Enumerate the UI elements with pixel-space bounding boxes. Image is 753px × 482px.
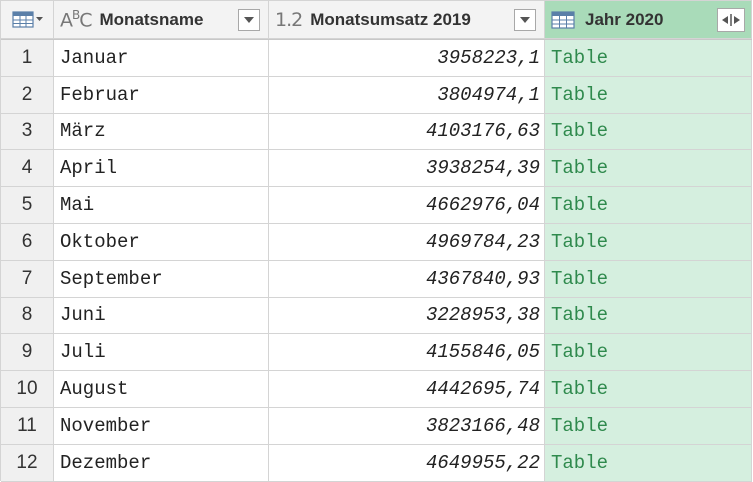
cell-table-link[interactable]: Table xyxy=(545,444,752,482)
cell-table-link[interactable]: Table xyxy=(545,223,752,261)
cell-monatsumsatz[interactable]: 3938254,39 xyxy=(269,150,545,188)
cell-table-link[interactable]: Table xyxy=(545,371,752,408)
column-title: Jahr 2020 xyxy=(585,9,664,29)
filter-dropdown-button[interactable] xyxy=(514,8,536,31)
cell-monatsumsatz[interactable]: 3228953,38 xyxy=(269,297,545,335)
cell-monatsumsatz[interactable]: 4442695,74 xyxy=(269,371,545,408)
cell-monatsumsatz[interactable]: 3804974,1 xyxy=(269,76,545,114)
cell-monatsumsatz[interactable]: 4649955,22 xyxy=(269,444,545,482)
expand-arrows-icon xyxy=(722,13,740,26)
column-header-row: ABC Monatsname 1.2 Monatsumsatz 2019 Jah… xyxy=(1,1,752,40)
cell-monatsname[interactable]: September xyxy=(54,260,269,298)
cell-monatsumsatz[interactable]: 3958223,1 xyxy=(269,40,545,77)
chevron-down-icon xyxy=(35,17,43,21)
table-row[interactable]: 7 September 4367840,93 Table xyxy=(1,260,752,298)
table-row[interactable]: 8 Juni 3228953,38 Table xyxy=(1,297,752,335)
column-header-monatsumsatz[interactable]: 1.2 Monatsumsatz 2019 xyxy=(269,1,545,39)
cell-monatsname[interactable]: Januar xyxy=(54,40,269,77)
column-title: Monatsname xyxy=(99,9,204,29)
row-number[interactable]: 10 xyxy=(1,371,54,408)
data-grid: ABC Monatsname 1.2 Monatsumsatz 2019 Jah… xyxy=(0,0,752,482)
row-number[interactable]: 9 xyxy=(1,334,54,372)
cell-table-link[interactable]: Table xyxy=(545,297,752,335)
cell-monatsname[interactable]: August xyxy=(54,371,269,408)
column-title: Monatsumsatz 2019 xyxy=(310,9,471,29)
row-number[interactable]: 5 xyxy=(1,187,54,224)
table-menu-button[interactable] xyxy=(1,1,54,39)
row-number[interactable]: 7 xyxy=(1,260,54,298)
column-header-monatsname[interactable]: ABC Monatsname xyxy=(54,1,269,39)
table-row[interactable]: 11 November 3823166,48 Table xyxy=(1,407,752,445)
cell-table-link[interactable]: Table xyxy=(545,187,752,224)
cell-table-link[interactable]: Table xyxy=(545,76,752,114)
table-row[interactable]: 10 August 4442695,74 Table xyxy=(1,371,752,408)
table-type-icon xyxy=(551,10,575,29)
cell-table-link[interactable]: Table xyxy=(545,334,752,372)
expand-column-button[interactable] xyxy=(717,7,745,32)
cell-monatsname[interactable]: November xyxy=(54,407,269,445)
table-row[interactable]: 4 April 3938254,39 Table xyxy=(1,150,752,188)
row-number[interactable]: 4 xyxy=(1,150,54,188)
table-grid-icon xyxy=(11,11,34,28)
chevron-down-icon xyxy=(520,16,530,23)
filter-dropdown-button[interactable] xyxy=(238,8,260,31)
column-header-jahr-2020[interactable]: Jahr 2020 xyxy=(545,1,752,39)
cell-monatsumsatz[interactable]: 4103176,63 xyxy=(269,113,545,151)
data-rows: 1 Januar 3958223,1 Table 2 Februar 3804974,1 Ta… xyxy=(1,40,752,482)
cell-monatsname[interactable]: Oktober xyxy=(54,223,269,261)
row-number[interactable]: 1 xyxy=(1,40,54,77)
cell-monatsname[interactable]: April xyxy=(54,150,269,188)
row-number[interactable]: 3 xyxy=(1,113,54,151)
cell-table-link[interactable]: Table xyxy=(545,113,752,151)
cell-monatsumsatz[interactable]: 4155846,05 xyxy=(269,334,545,372)
chevron-down-icon xyxy=(244,16,254,23)
cell-monatsname[interactable]: März xyxy=(54,113,269,151)
row-number[interactable]: 6 xyxy=(1,223,54,261)
row-number[interactable]: 11 xyxy=(1,407,54,445)
row-number[interactable]: 12 xyxy=(1,444,54,482)
table-row[interactable]: 2 Februar 3804974,1 Table xyxy=(1,76,752,114)
cell-monatsumsatz[interactable]: 4969784,23 xyxy=(269,223,545,261)
cell-monatsname[interactable]: Juni xyxy=(54,297,269,335)
cell-monatsname[interactable]: Mai xyxy=(54,187,269,224)
cell-monatsumsatz[interactable]: 4662976,04 xyxy=(269,187,545,224)
cell-monatsname[interactable]: Juli xyxy=(54,334,269,372)
cell-monatsumsatz[interactable]: 4367840,93 xyxy=(269,260,545,298)
cell-table-link[interactable]: Table xyxy=(545,40,752,77)
cell-monatsumsatz[interactable]: 3823166,48 xyxy=(269,407,545,445)
cell-table-link[interactable]: Table xyxy=(545,407,752,445)
cell-table-link[interactable]: Table xyxy=(545,150,752,188)
text-type-icon: ABC xyxy=(60,7,93,32)
cell-table-link[interactable]: Table xyxy=(545,260,752,298)
cell-monatsname[interactable]: Februar xyxy=(54,76,269,114)
row-number[interactable]: 8 xyxy=(1,297,54,335)
decimal-type-icon: 1.2 xyxy=(275,8,303,31)
table-row[interactable]: 9 Juli 4155846,05 Table xyxy=(1,334,752,372)
cell-monatsname[interactable]: Dezember xyxy=(54,444,269,482)
table-row[interactable]: 1 Januar 3958223,1 Table xyxy=(1,40,752,77)
table-row[interactable]: 12 Dezember 4649955,22 Table xyxy=(1,444,752,482)
table-row[interactable]: 3 März 4103176,63 Table xyxy=(1,113,752,151)
table-row[interactable]: 6 Oktober 4969784,23 Table xyxy=(1,223,752,261)
row-number[interactable]: 2 xyxy=(1,76,54,114)
table-row[interactable]: 5 Mai 4662976,04 Table xyxy=(1,187,752,224)
